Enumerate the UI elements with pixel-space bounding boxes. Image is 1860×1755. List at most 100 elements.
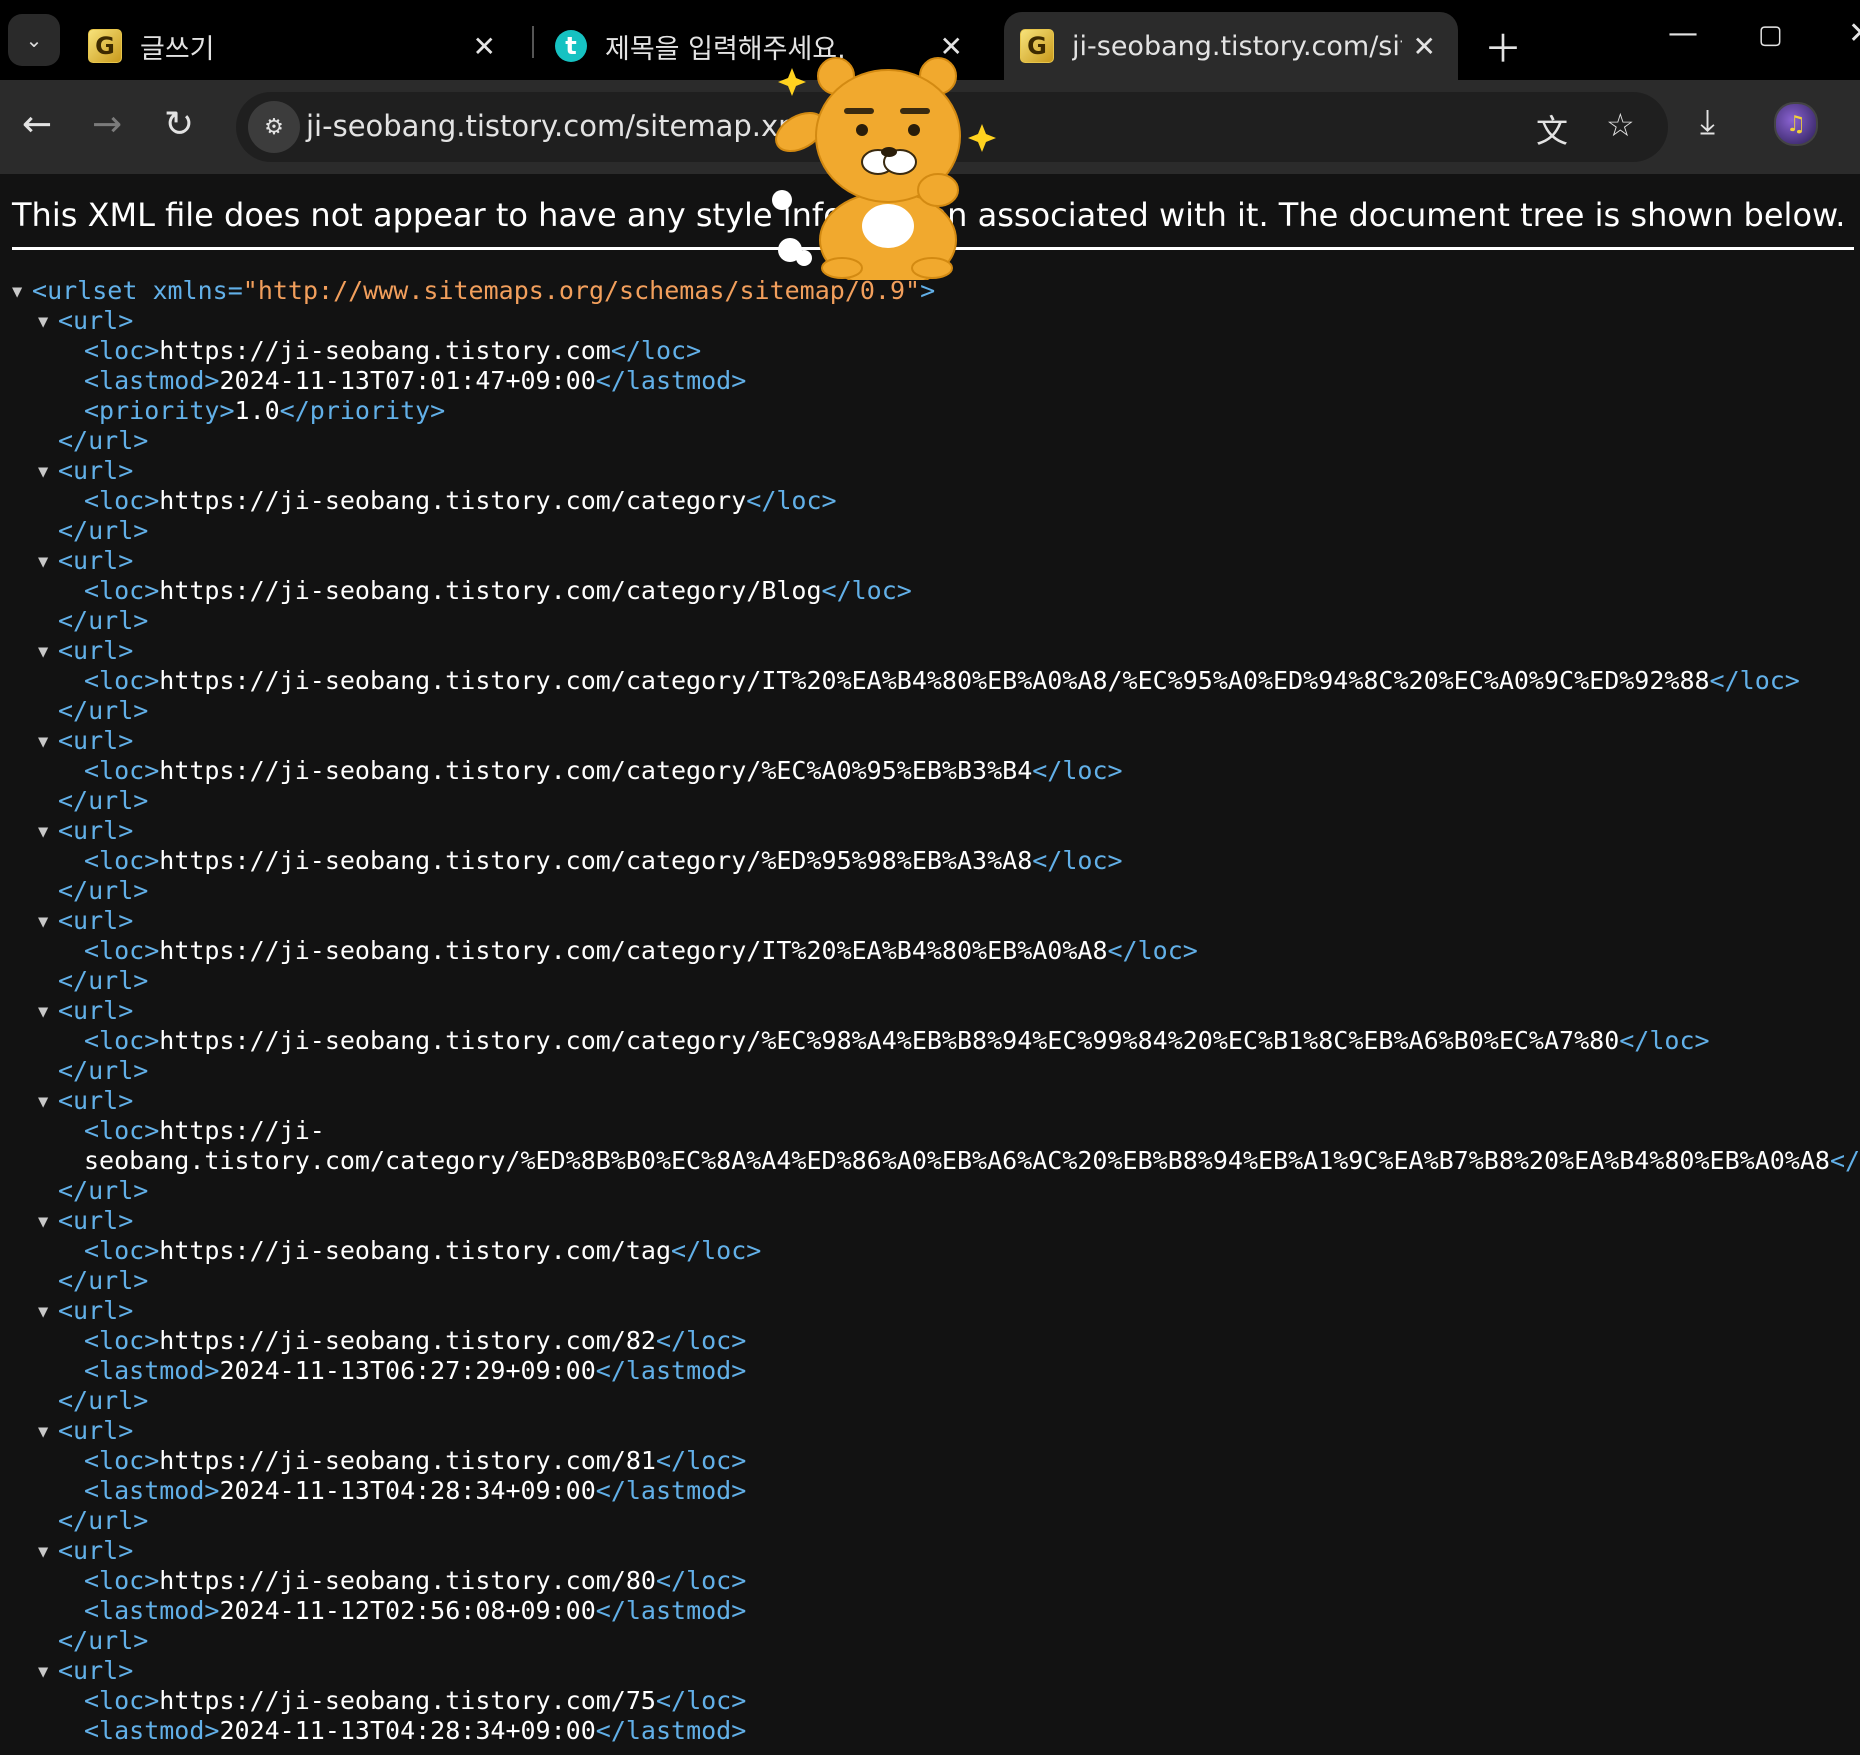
- xml-url-open: ▼ <url>: [38, 1296, 134, 1327]
- xml-url-close: </url>: [58, 966, 149, 995]
- loc-value: https://ji-seobang.tistory.com/category/…: [159, 936, 1108, 965]
- xml-lastmod-line: <lastmod>2024-11-13T06:27:29+09:00</last…: [84, 1356, 747, 1385]
- xml-url-close: </url>: [58, 1386, 149, 1415]
- xml-loc-line: <loc>https://ji-seobang.tistory.com/cate…: [84, 486, 837, 515]
- root-attr-name: xmlns: [152, 276, 228, 305]
- xml-url-close: </url>: [58, 1626, 149, 1655]
- chevron-down-icon: ⌄: [25, 28, 43, 52]
- g-logo-icon: G: [1020, 29, 1054, 63]
- xml-url-open: ▼ <url>: [38, 1416, 134, 1447]
- loc-value-part1: https://ji-: [159, 1116, 325, 1145]
- bear-mascot-sticker: [772, 57, 996, 280]
- lastmod-value: 2024-11-13T04:28:34+09:00: [219, 1476, 596, 1505]
- collapse-triangle-icon[interactable]: ▼: [38, 547, 48, 577]
- collapse-triangle-icon[interactable]: ▼: [38, 1537, 48, 1567]
- g-logo-icon: G: [88, 29, 122, 63]
- loc-value: https://ji-seobang.tistory.com/category/…: [159, 1026, 1620, 1055]
- close-icon[interactable]: ✕: [473, 30, 496, 63]
- root-attr-value: http://www.sitemaps.org/schemas/sitemap/…: [257, 276, 906, 305]
- xml-loc-line: <loc>https://ji-seobang.tistory.com/80</…: [84, 1566, 747, 1595]
- loc-value: https://ji-seobang.tistory.com: [159, 336, 611, 365]
- maximize-icon[interactable]: ▢: [1758, 20, 1783, 50]
- collapse-triangle-icon[interactable]: ▼: [38, 1207, 48, 1237]
- xml-url-open: ▼ <url>: [38, 456, 134, 487]
- collapse-triangle-icon[interactable]: ▼: [38, 1417, 48, 1447]
- lastmod-value: 2024-11-13T04:28:34+09:00: [219, 1716, 596, 1745]
- priority-value: 1.0: [234, 396, 280, 425]
- xml-lastmod-line: <lastmod>2024-11-12T02:56:08+09:00</last…: [84, 1596, 747, 1625]
- collapse-triangle-icon[interactable]: ▼: [38, 997, 48, 1027]
- collapse-triangle-icon[interactable]: ▼: [38, 637, 48, 667]
- reload-icon[interactable]: ↻: [164, 104, 194, 145]
- tab-title: 글쓰기: [140, 33, 215, 65]
- xml-url-open: ▼ <url>: [38, 1086, 134, 1117]
- back-arrow-icon[interactable]: ←: [22, 104, 52, 145]
- loc-value: https://ji-seobang.tistory.com/category/…: [159, 756, 1033, 785]
- xml-lastmod-line: <lastmod>2024-11-13T04:28:34+09:00</last…: [84, 1476, 747, 1505]
- translate-icon[interactable]: 文: [1536, 106, 1568, 152]
- collapse-triangle-icon[interactable]: ▼: [38, 1087, 48, 1117]
- collapse-triangle-icon[interactable]: ▼: [38, 727, 48, 757]
- xml-url-close: </url>: [58, 426, 149, 455]
- tab-separator: [532, 26, 534, 58]
- collapse-triangle-icon[interactable]: ▼: [38, 817, 48, 847]
- url-text[interactable]: ji-seobang.tistory.com/sitemap.xml: [306, 109, 814, 143]
- collapse-triangle-icon[interactable]: ▼: [38, 907, 48, 937]
- xml-url-open: ▼ <url>: [38, 816, 134, 847]
- xml-url-close: </url>: [58, 1506, 149, 1535]
- xml-url-open: ▼ <url>: [38, 546, 134, 577]
- xml-url-close: </url>: [58, 1176, 149, 1205]
- tab-sitemap-active[interactable]: G ji-seobang.tistory.com/sitemap.xml ✕: [1004, 12, 1458, 80]
- xml-loc-line: <loc>https://ji-seobang.tistory.com/82</…: [84, 1326, 747, 1355]
- loc-value: https://ji-seobang.tistory.com/82: [159, 1326, 656, 1355]
- lastmod-value: 2024-11-12T02:56:08+09:00: [219, 1596, 596, 1625]
- collapse-triangle-icon[interactable]: ▼: [38, 457, 48, 487]
- profile-avatar[interactable]: ♫: [1774, 102, 1818, 146]
- xml-loc-line: <loc>https://ji-seobang.tistory.com/cate…: [84, 936, 1198, 965]
- xml-url-close: </url>: [58, 786, 149, 815]
- xml-url-close: </url>: [58, 696, 149, 725]
- xml-document-tree: ▼ <urlset xmlns="http://www.sitemaps.org…: [10, 276, 1860, 1746]
- xml-priority-line: <priority>1.0</priority>: [84, 396, 446, 425]
- collapse-triangle-icon[interactable]: ▼: [12, 277, 22, 307]
- xml-url-open: ▼ <url>: [38, 996, 134, 1027]
- collapse-triangle-icon[interactable]: ▼: [38, 1297, 48, 1327]
- collapse-triangle-icon[interactable]: ▼: [38, 1657, 48, 1687]
- lastmod-value: 2024-11-13T06:27:29+09:00: [219, 1356, 596, 1385]
- minimize-icon[interactable]: —: [1668, 16, 1698, 51]
- xml-root-open: ▼ <urlset xmlns="http://www.sitemaps.org…: [12, 276, 936, 307]
- xml-loc-line: <loc>https://ji-: [84, 1116, 325, 1145]
- xml-url-open: ▼ <url>: [38, 906, 134, 937]
- xml-lastmod-line: <lastmod>2024-11-13T04:28:34+09:00</last…: [84, 1716, 747, 1745]
- tab-write[interactable]: G 글쓰기 ✕: [88, 12, 518, 80]
- download-icon[interactable]: ⤓: [1700, 102, 1715, 142]
- tistory-logo-icon: t: [555, 30, 587, 62]
- loc-value: https://ji-seobang.tistory.com/category/…: [159, 846, 1033, 875]
- xml-loc-line: <loc>https://ji-seobang.tistory.com</loc…: [84, 336, 702, 365]
- loc-value: https://ji-seobang.tistory.com/75: [159, 1686, 656, 1715]
- loc-value: https://ji-seobang.tistory.com/81: [159, 1446, 656, 1475]
- xml-url-open: ▼ <url>: [38, 726, 134, 757]
- xml-url-open: ▼ <url>: [38, 1656, 134, 1687]
- tab-search-button[interactable]: ⌄: [8, 14, 60, 66]
- xml-url-close: </url>: [58, 1056, 149, 1085]
- star-bookmark-icon[interactable]: ☆: [1606, 106, 1635, 144]
- xml-url-open: ▼ <url>: [38, 1206, 134, 1237]
- xml-loc-line: <loc>https://ji-seobang.tistory.com/cate…: [84, 1026, 1710, 1055]
- xml-loc-line: <loc>https://ji-seobang.tistory.com/cate…: [84, 846, 1123, 875]
- forward-arrow-icon[interactable]: →: [92, 104, 122, 145]
- xml-url-open: ▼ <url>: [38, 306, 134, 337]
- xml-url-close: </url>: [58, 606, 149, 635]
- lastmod-value: 2024-11-13T07:01:47+09:00: [219, 366, 596, 395]
- xml-loc-line: <loc>https://ji-seobang.tistory.com/cate…: [84, 576, 912, 605]
- loc-value: https://ji-seobang.tistory.com/80: [159, 1566, 656, 1595]
- tab-title: ji-seobang.tistory.com/sitemap.xml: [1072, 30, 1402, 62]
- site-info-icon[interactable]: ⚙: [248, 101, 300, 153]
- collapse-triangle-icon[interactable]: ▼: [38, 307, 48, 337]
- xml-loc-line-wrap: seobang.tistory.com/category/%ED%8B%B0%E…: [84, 1146, 1860, 1175]
- xml-loc-line: <loc>https://ji-seobang.tistory.com/75</…: [84, 1686, 747, 1715]
- close-window-icon[interactable]: ✕: [1848, 16, 1860, 51]
- new-tab-plus-icon[interactable]: ＋: [1484, 18, 1522, 73]
- root-tag-name: urlset: [47, 276, 138, 305]
- close-icon[interactable]: ✕: [1413, 30, 1436, 63]
